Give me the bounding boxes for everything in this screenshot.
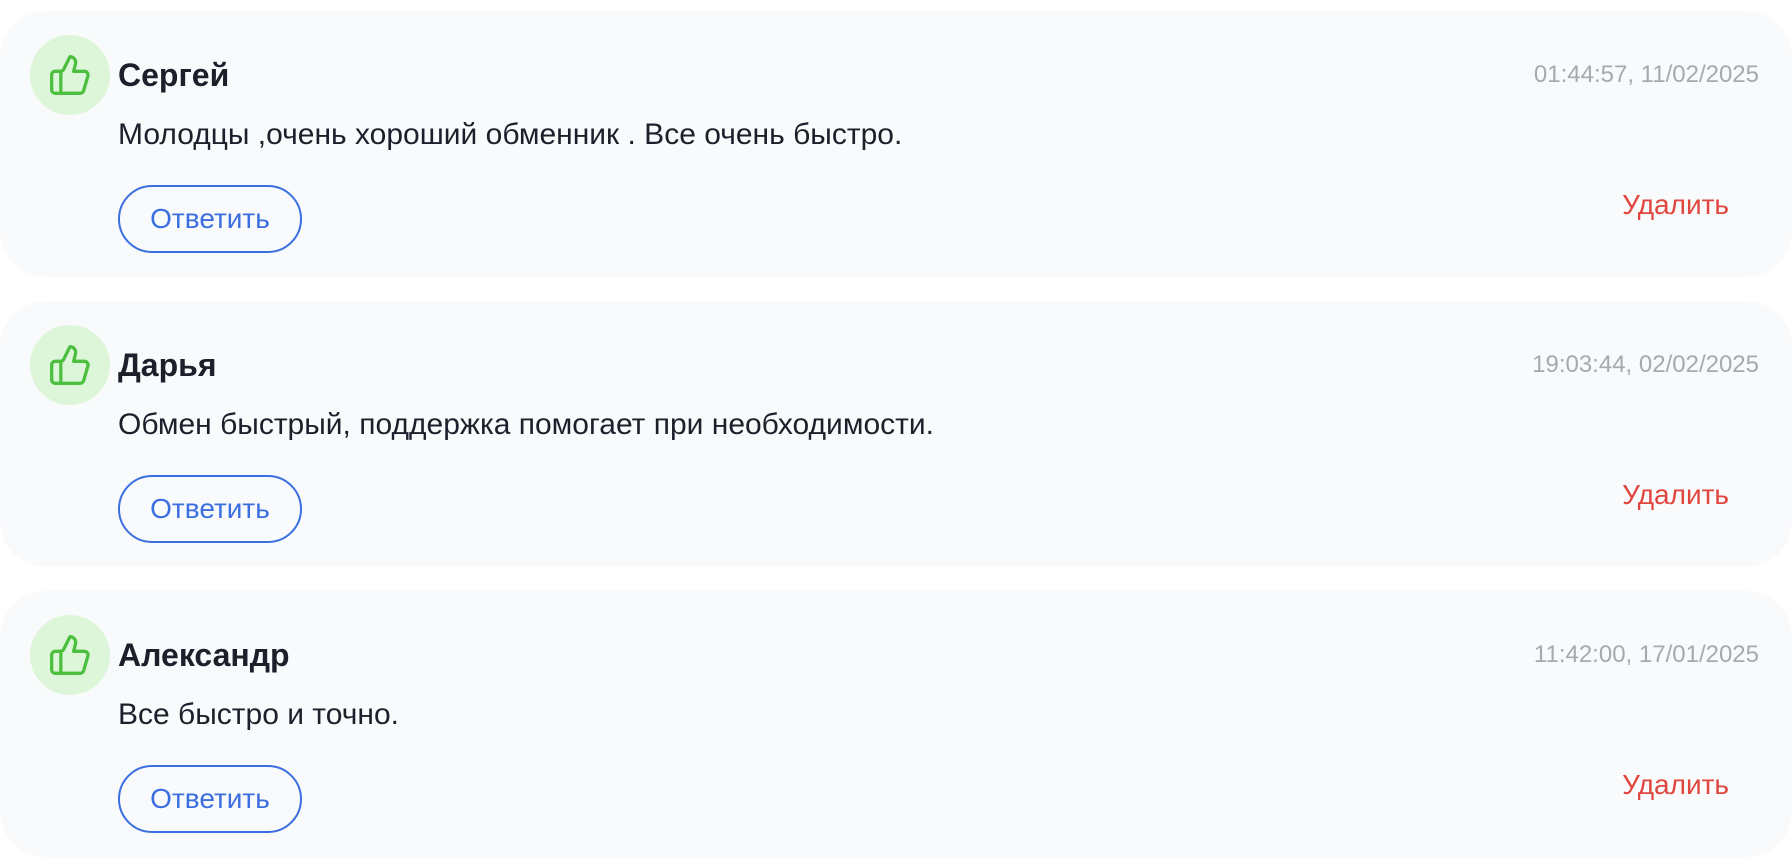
reply-button[interactable]: Ответить	[118, 765, 302, 833]
review-card: Александр 11:42:00, 17/01/2025 Все быстр…	[0, 591, 1792, 857]
thumbs-up-icon	[50, 55, 90, 95]
review-avatar	[30, 35, 110, 115]
review-text: Обмен быстрый, поддержка помогает при не…	[118, 408, 934, 441]
delete-button[interactable]: Удалить	[1622, 185, 1729, 225]
review-text: Молодцы ,очень хороший обменник . Все оч…	[118, 118, 903, 151]
review-timestamp: 11:42:00, 17/01/2025	[1533, 641, 1759, 668]
delete-button[interactable]: Удалить	[1622, 475, 1729, 515]
thumbs-up-icon	[50, 635, 90, 675]
review-author: Александр	[118, 637, 290, 673]
review-avatar	[30, 325, 110, 405]
thumbs-up-icon	[50, 345, 90, 385]
reviews-list: Сергей 01:44:57, 11/02/2025 Молодцы ,оче…	[0, 0, 1792, 864]
review-avatar	[30, 615, 110, 695]
review-card: Сергей 01:44:57, 11/02/2025 Молодцы ,оче…	[0, 11, 1792, 277]
delete-button[interactable]: Удалить	[1622, 765, 1729, 805]
review-card: Дарья 19:03:44, 02/02/2025 Обмен быстрый…	[0, 301, 1792, 567]
review-text: Все быстро и точно.	[118, 698, 399, 731]
review-timestamp: 01:44:57, 11/02/2025	[1533, 61, 1759, 88]
reply-button[interactable]: Ответить	[118, 475, 302, 543]
review-author: Дарья	[118, 347, 217, 383]
review-author: Сергей	[118, 57, 230, 93]
review-timestamp: 19:03:44, 02/02/2025	[1532, 351, 1759, 378]
reply-button[interactable]: Ответить	[118, 185, 302, 253]
